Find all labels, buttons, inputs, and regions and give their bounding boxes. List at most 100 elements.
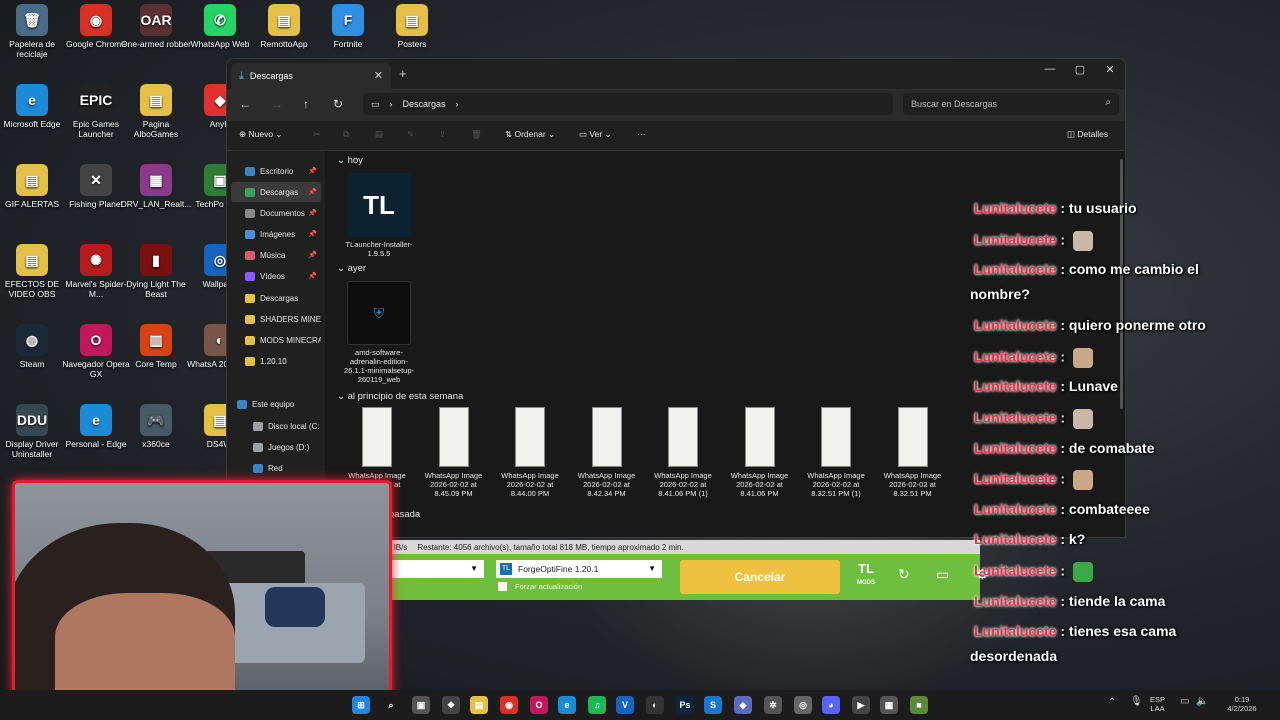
folder-icon[interactable]: ▭ bbox=[936, 566, 949, 583]
more-options-button[interactable]: ··· bbox=[637, 129, 646, 139]
sidebar-item[interactable]: Disco local (C: bbox=[231, 416, 321, 436]
controller-icon[interactable]: ◎ bbox=[794, 696, 812, 714]
spotify-icon[interactable]: ♫ bbox=[588, 696, 606, 714]
task-view-icon[interactable]: ▣ bbox=[412, 696, 430, 714]
back-icon[interactable]: ← bbox=[239, 97, 251, 111]
refresh-icon[interactable]: ↻ bbox=[333, 97, 343, 111]
obs-icon[interactable]: ◐ bbox=[646, 696, 664, 714]
sidebar-item[interactable]: Red bbox=[231, 458, 321, 478]
microphone-icon[interactable]: 🎙 bbox=[1130, 697, 1143, 707]
skype-icon[interactable]: S bbox=[704, 696, 722, 714]
forward-icon[interactable]: → bbox=[271, 97, 283, 111]
sidebar-item[interactable]: MODS MINECRA bbox=[231, 330, 321, 350]
search-icon[interactable]: ⌕ bbox=[382, 696, 400, 714]
paste-icon[interactable]: ▤ bbox=[375, 129, 383, 140]
minecraft-icon[interactable]: ■ bbox=[910, 696, 928, 714]
settings-icon[interactable]: ✲ bbox=[764, 696, 782, 714]
vegas-icon[interactable]: V bbox=[616, 696, 634, 714]
sidebar-item[interactable]: Descargas bbox=[231, 288, 321, 308]
desktop-icon[interactable]: DDU Display Driver Uninstaller bbox=[0, 404, 68, 459]
desktop-icon[interactable]: 🗑 Papelera de reciclaje bbox=[0, 4, 68, 59]
share-icon[interactable]: ⇪ bbox=[439, 129, 446, 140]
sidebar-item[interactable]: Escritorio 📌 bbox=[231, 161, 321, 181]
up-icon[interactable]: ↑ bbox=[303, 97, 309, 111]
desktop-icon[interactable]: ▤ GIF ALERTAS bbox=[0, 164, 68, 209]
sidebar-item[interactable]: Descargas 📌 bbox=[231, 182, 321, 202]
cut-icon[interactable]: ✂ bbox=[313, 129, 320, 140]
sidebar-item[interactable]: Vídeos 📌 bbox=[231, 266, 321, 286]
group-header-last-week[interactable]: pasada bbox=[389, 509, 420, 520]
copy-icon[interactable]: ⧉ bbox=[343, 129, 349, 140]
group-header-yesterday[interactable]: ⌄ ayer bbox=[337, 263, 366, 274]
file-whatsapp-image[interactable]: WhatsApp Image 2026-02-02 at 8.45.09 PM bbox=[416, 407, 492, 498]
desktop-icon[interactable]: ▤ EFECTOS DE VIDEO OBS bbox=[0, 244, 68, 299]
chrome-icon[interactable]: ◉ bbox=[500, 696, 518, 714]
clock[interactable]: 0:19 4/2/2026 bbox=[1222, 695, 1262, 713]
file-whatsapp-image[interactable]: WhatsApp Image 2026-02-02 at 8.42.34 PM bbox=[569, 407, 645, 498]
sidebar-item[interactable]: Este equipo bbox=[231, 394, 321, 414]
sidebar-item[interactable]: 1.20.10 bbox=[231, 351, 321, 371]
desktop-icon[interactable]: ▮ Dying Light The Beast bbox=[120, 244, 192, 299]
group-header-this-week[interactable]: ⌄ al principio de esta semana bbox=[337, 391, 463, 402]
file-whatsapp-image[interactable]: WhatsApp Image 2026-02-02 at 8.32.51 PM (1… bbox=[798, 407, 874, 498]
snipping-icon[interactable]: ▦ bbox=[880, 696, 898, 714]
sidebar-item[interactable]: Imágenes 📌 bbox=[231, 224, 321, 244]
desktop-icon[interactable]: ▤ Posters bbox=[376, 4, 448, 49]
details-button[interactable]: ◫ Detalles bbox=[1067, 129, 1108, 140]
discord-icon[interactable]: ◕ bbox=[822, 696, 840, 714]
media-player-icon[interactable]: ▶ bbox=[852, 696, 870, 714]
account-select[interactable]: ▼ bbox=[390, 560, 484, 578]
desktop-icon[interactable]: ▤ Pagina AlboGames bbox=[120, 84, 192, 139]
tl-mods-logo[interactable]: TL MODS bbox=[852, 562, 880, 592]
game-controller-icon[interactable]: ◈ bbox=[734, 696, 752, 714]
edge-icon[interactable]: e bbox=[558, 696, 576, 714]
desktop-icon[interactable]: ▦ DRV_LAN_Realt... bbox=[120, 164, 192, 209]
group-header-today[interactable]: ⌄ hoy bbox=[337, 155, 363, 166]
file-whatsapp-image[interactable]: WhatsApp Image 2026-02-02 at 8.41.06 PM bbox=[722, 407, 798, 498]
volume-icon[interactable]: 🔈 bbox=[1196, 697, 1208, 707]
photoshop-icon[interactable]: Ps bbox=[676, 696, 694, 714]
refresh-icon[interactable]: ↻ bbox=[898, 566, 910, 583]
search-input[interactable]: Buscar en Descargas ⌕ bbox=[903, 93, 1119, 115]
desktop-icon[interactable]: ✆ WhatsApp Web bbox=[184, 4, 256, 49]
sidebar-item[interactable]: Juegos (D:) bbox=[231, 437, 321, 457]
minimize-icon[interactable]: — bbox=[1035, 63, 1065, 75]
new-button[interactable]: ⊕ Nuevo ⌄ bbox=[239, 129, 283, 140]
close-window-icon[interactable]: ✕ bbox=[1095, 63, 1125, 76]
file-whatsapp-image[interactable]: WhatsApp Image 2026-02-02 at 8.41.06 PM (1… bbox=[645, 407, 721, 498]
file-tlauncher-installer[interactable]: TL TLauncher-Installer-1.9.5.5 bbox=[341, 173, 417, 258]
scrollbar[interactable] bbox=[1120, 159, 1123, 409]
desktop-icon[interactable]: ◍ Steam bbox=[0, 324, 68, 369]
desktop-icon[interactable]: ▥ Core Temp bbox=[120, 324, 192, 369]
desktop-icon[interactable]: ▤ RemottoApp bbox=[248, 4, 320, 49]
chevron-up-icon[interactable]: ⌃ bbox=[1108, 698, 1116, 708]
desktop-icon[interactable]: OAR One-armed robber bbox=[120, 4, 192, 49]
rename-icon[interactable]: ✎ bbox=[407, 129, 414, 140]
desktop-icon[interactable]: 🎮 x360ce bbox=[120, 404, 192, 449]
desktop-icon[interactable]: e Microsoft Edge bbox=[0, 84, 68, 129]
sidebar-item[interactable]: SHADERS MINEC bbox=[231, 309, 321, 329]
sort-button[interactable]: ⇅ Ordenar ⌄ bbox=[505, 129, 555, 140]
file-explorer-icon[interactable]: ▤ bbox=[470, 696, 488, 714]
force-update-checkbox[interactable]: Forzar actualización bbox=[498, 582, 582, 591]
sidebar-item[interactable]: Documentos 📌 bbox=[231, 203, 321, 223]
sidebar-item[interactable]: Música 📌 bbox=[231, 245, 321, 265]
tab-descargas[interactable]: ⤓ Descargas ✕ bbox=[231, 63, 391, 89]
network-icon[interactable]: ▭ bbox=[1180, 697, 1189, 707]
language-indicator[interactable]: ESP LAA bbox=[1150, 695, 1165, 713]
delete-icon[interactable]: 🗑 bbox=[471, 129, 482, 140]
widgets-icon[interactable]: ❖ bbox=[442, 696, 460, 714]
path-segment[interactable]: Descargas bbox=[403, 99, 446, 109]
cancel-button[interactable]: Cancelar bbox=[680, 560, 840, 594]
windows-start-icon[interactable]: ⊞ bbox=[352, 696, 370, 714]
new-tab-icon[interactable]: + bbox=[399, 66, 407, 81]
version-select[interactable]: TL ForgeOptiFine 1.20.1 ▼ bbox=[496, 560, 662, 578]
file-whatsapp-image[interactable]: WhatsApp Image 2026-02-02 at 8.44.00 PM bbox=[492, 407, 568, 498]
opera-icon[interactable]: O bbox=[530, 696, 548, 714]
file-whatsapp-image[interactable]: WhatsApp Image 2026-02-02 at 8.32.51 PM bbox=[875, 407, 951, 498]
file-amd-software[interactable]: ⛨ amd-software-adrenalin-edition-26.1.1-… bbox=[341, 281, 417, 384]
path-input[interactable]: ▭ › Descargas › bbox=[363, 93, 893, 115]
view-button[interactable]: ▭ Ver ⌄ bbox=[579, 129, 612, 140]
desktop-icon[interactable]: F Fortnite bbox=[312, 4, 384, 49]
maximize-icon[interactable]: ▢ bbox=[1065, 63, 1095, 76]
